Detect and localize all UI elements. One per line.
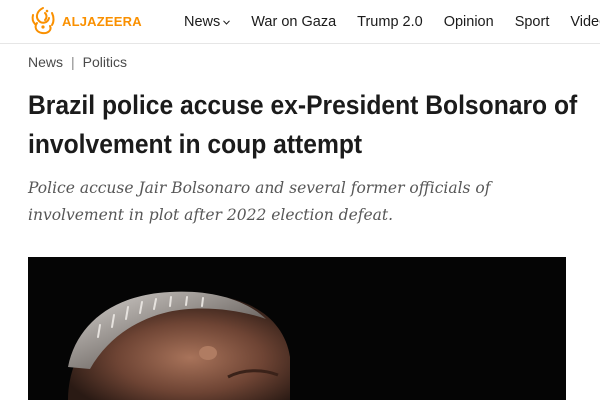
nav-item-label: News [184, 14, 221, 30]
breadcrumb-politics[interactable]: Politics [83, 54, 127, 70]
nav-item-opinion[interactable]: Opinion [444, 14, 494, 30]
nav-item-video[interactable]: Video [570, 14, 600, 30]
article-standfirst: Police accuse Jair Bolsonaro and several… [28, 179, 491, 224]
nav-item-war-on-gaza[interactable]: War on Gaza [251, 14, 336, 30]
aljazeera-logo-icon [31, 7, 55, 35]
chevron-down-icon [223, 19, 231, 25]
nav-item-trump[interactable]: Trump 2.0 [357, 14, 423, 30]
nav-item-news[interactable]: News [184, 14, 231, 30]
breadcrumb-news[interactable]: News [28, 54, 63, 70]
nav-item-sport[interactable]: Sport [515, 14, 550, 30]
article-headline: Brazil police accuse ex-President Bolson… [28, 90, 578, 159]
breadcrumb: News | Politics [28, 54, 127, 70]
logo-wordmark: ALJAZEERA [62, 13, 142, 29]
site-header: ALJAZEERA News War on Gaza Trump 2.0 Opi… [0, 0, 600, 44]
hero-image [28, 257, 566, 400]
main-nav: News War on Gaza Trump 2.0 Opinion Sport… [184, 0, 600, 43]
breadcrumb-separator: | [71, 54, 75, 70]
site-logo[interactable]: ALJAZEERA [28, 4, 142, 38]
bolsonaro-photo [28, 257, 566, 400]
